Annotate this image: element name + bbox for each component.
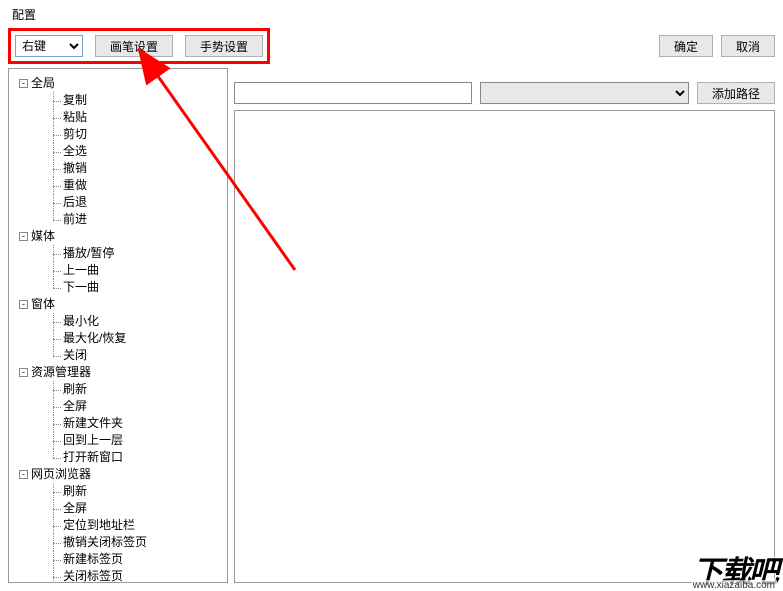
tree-node-label[interactable]: 资源管理器 — [31, 365, 91, 379]
tree-node[interactable]: 撤销 — [49, 160, 219, 177]
cancel-button[interactable]: 取消 — [721, 35, 775, 57]
tree-node[interactable]: 全选 — [49, 143, 219, 160]
tree-node[interactable]: 上一曲 — [49, 262, 219, 279]
tree-node[interactable]: 最大化/恢复 — [49, 330, 219, 347]
toolbar: 右键 画笔设置 手势设置 确定 取消 — [8, 28, 775, 64]
tree-node[interactable]: 新建文件夹 — [49, 415, 219, 432]
tree-node-label[interactable]: 关闭 — [63, 348, 87, 362]
tree-node[interactable]: 重做 — [49, 177, 219, 194]
tree-node-label[interactable]: 下一曲 — [63, 280, 99, 294]
tree-node-label[interactable]: 新建标签页 — [63, 552, 123, 566]
tree-node-label[interactable]: 粘贴 — [63, 110, 87, 124]
tree-node-label[interactable]: 复制 — [63, 93, 87, 107]
tree-node[interactable]: 播放/暂停 — [49, 245, 219, 262]
tree-node-label[interactable]: 回到上一层 — [63, 433, 123, 447]
pen-settings-button[interactable]: 画笔设置 — [95, 35, 173, 57]
tree-expander-icon[interactable]: - — [19, 300, 28, 309]
tree-node-label[interactable]: 最大化/恢复 — [63, 331, 126, 345]
tree-node[interactable]: 前进 — [49, 211, 219, 228]
tree-node[interactable]: 定位到地址栏 — [49, 517, 219, 534]
gesture-settings-button[interactable]: 手势设置 — [185, 35, 263, 57]
highlighted-toolbar-group: 右键 画笔设置 手势设置 — [8, 28, 270, 64]
watermark: 下载吧 www.xiazaiba.com — [613, 529, 783, 591]
path-input[interactable] — [234, 82, 472, 104]
tree-node-label[interactable]: 网页浏览器 — [31, 467, 91, 481]
tree-node[interactable]: 关闭标签页 — [49, 568, 219, 583]
tree-node-label[interactable]: 媒体 — [31, 229, 55, 243]
right-panel: 添加路径 — [234, 68, 775, 583]
dialog-buttons: 确定 取消 — [659, 35, 775, 57]
tree-node-label[interactable]: 新建文件夹 — [63, 416, 123, 430]
watermark-url: www.xiazaiba.com — [691, 580, 777, 591]
tree-node[interactable]: 回到上一层 — [49, 432, 219, 449]
tree-node-label[interactable]: 剪切 — [63, 127, 87, 141]
tree-node[interactable]: 关闭 — [49, 347, 219, 364]
tree-node[interactable]: 刷新 — [49, 381, 219, 398]
tree-expander-icon[interactable]: - — [19, 79, 28, 88]
tree-node[interactable]: 新建标签页 — [49, 551, 219, 568]
tree-node-label[interactable]: 全屏 — [63, 399, 87, 413]
tree-node[interactable]: 粘贴 — [49, 109, 219, 126]
tree-panel: -全局复制粘贴剪切全选撤销重做后退前进-媒体播放/暂停上一曲下一曲-窗体最小化最… — [8, 68, 228, 583]
tree-node-label[interactable]: 关闭标签页 — [63, 569, 123, 583]
tree-node-label[interactable]: 撤销关闭标签页 — [63, 535, 147, 549]
tree-node[interactable]: -资源管理器刷新全屏新建文件夹回到上一层打开新窗口 — [17, 364, 219, 466]
tree-node[interactable]: 全屏 — [49, 500, 219, 517]
tree-expander-icon[interactable]: - — [19, 232, 28, 241]
tree-node-label[interactable]: 刷新 — [63, 484, 87, 498]
tree-node-label[interactable]: 重做 — [63, 178, 87, 192]
tree-node-label[interactable]: 打开新窗口 — [63, 450, 123, 464]
tree-node[interactable]: 最小化 — [49, 313, 219, 330]
tree-node[interactable]: 撤销关闭标签页 — [49, 534, 219, 551]
tree-node[interactable]: -全局复制粘贴剪切全选撤销重做后退前进 — [17, 75, 219, 228]
add-path-button[interactable]: 添加路径 — [697, 82, 775, 104]
tree-node[interactable]: 剪切 — [49, 126, 219, 143]
tree-node[interactable]: 打开新窗口 — [49, 449, 219, 466]
tree-node-label[interactable]: 刷新 — [63, 382, 87, 396]
tree-node[interactable]: 刷新 — [49, 483, 219, 500]
ok-button[interactable]: 确定 — [659, 35, 713, 57]
tree-node-label[interactable]: 定位到地址栏 — [63, 518, 135, 532]
input-row: 添加路径 — [234, 68, 775, 104]
tree-node-label[interactable]: 后退 — [63, 195, 87, 209]
mouse-button-select[interactable]: 右键 — [15, 35, 83, 57]
tree-node-label[interactable]: 播放/暂停 — [63, 246, 114, 260]
path-combo[interactable] — [480, 82, 689, 104]
tree-node[interactable]: 复制 — [49, 92, 219, 109]
tree-node[interactable]: 下一曲 — [49, 279, 219, 296]
tree-node-label[interactable]: 窗体 — [31, 297, 55, 311]
tree-node-label[interactable]: 全屏 — [63, 501, 87, 515]
tree-node[interactable]: -窗体最小化最大化/恢复关闭 — [17, 296, 219, 364]
tree-expander-icon[interactable]: - — [19, 368, 28, 377]
tree-node-label[interactable]: 前进 — [63, 212, 87, 226]
window-title: 配置 — [12, 6, 36, 23]
tree-node[interactable]: 全屏 — [49, 398, 219, 415]
tree-node-label[interactable]: 上一曲 — [63, 263, 99, 277]
gesture-drawing-area[interactable] — [234, 110, 775, 583]
tree-expander-icon[interactable]: - — [19, 470, 28, 479]
tree-node-label[interactable]: 全选 — [63, 144, 87, 158]
tree-node-label[interactable]: 全局 — [31, 76, 55, 90]
tree-node-label[interactable]: 撤销 — [63, 161, 87, 175]
tree-node[interactable]: -网页浏览器刷新全屏定位到地址栏撤销关闭标签页新建标签页关闭标签页上一标签页下一… — [17, 466, 219, 583]
tree-node[interactable]: -媒体播放/暂停上一曲下一曲 — [17, 228, 219, 296]
tree-node[interactable]: 后退 — [49, 194, 219, 211]
body-area: -全局复制粘贴剪切全选撤销重做后退前进-媒体播放/暂停上一曲下一曲-窗体最小化最… — [8, 68, 775, 583]
tree-node-label[interactable]: 最小化 — [63, 314, 99, 328]
action-tree: -全局复制粘贴剪切全选撤销重做后退前进-媒体播放/暂停上一曲下一曲-窗体最小化最… — [17, 75, 219, 583]
